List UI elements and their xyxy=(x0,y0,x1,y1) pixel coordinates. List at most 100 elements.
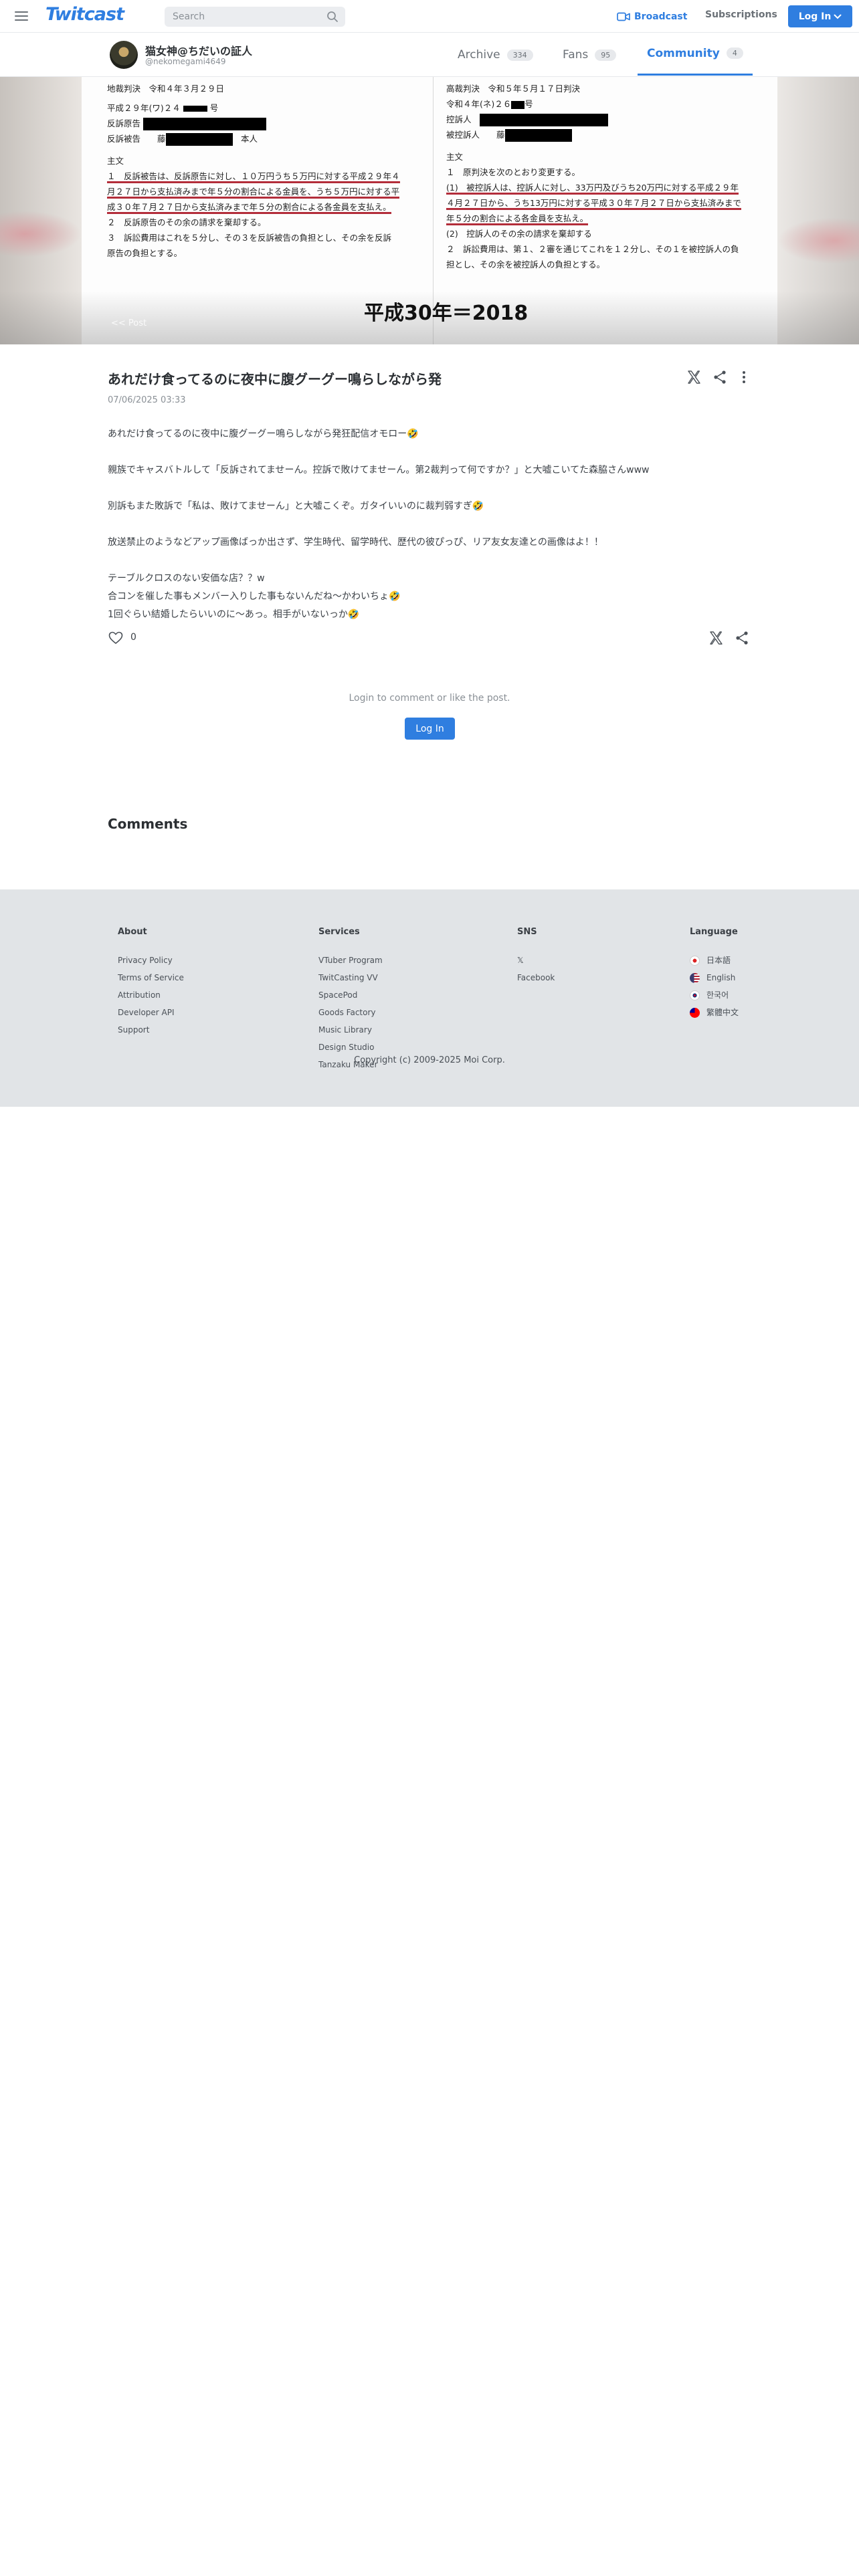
footer-link-facebook[interactable]: Facebook xyxy=(517,969,555,986)
footer-language: Language 日本語 English 한국어 繁體中文 xyxy=(690,927,739,1021)
footer-link-attribution[interactable]: Attribution xyxy=(118,986,184,1004)
japan-flag-icon xyxy=(690,955,700,966)
tab-fans[interactable]: Fans 95 xyxy=(563,33,617,77)
korea-flag-icon xyxy=(690,990,700,1000)
menu-icon[interactable] xyxy=(15,9,31,23)
doc-line: 月２７日から支払済みまで年５分の割合による金員を、うち５万円に対する平 xyxy=(107,184,400,199)
footer-services: Services VTuber Program TwitCasting VV S… xyxy=(318,927,383,1073)
doc-line: 高裁判決 令和５年５月１７日判決 xyxy=(446,84,581,94)
image-overlay-text: << Post xyxy=(111,318,147,328)
language-option-en[interactable]: English xyxy=(690,969,739,986)
footer-link-music-library[interactable]: Music Library xyxy=(318,1021,383,1039)
footer-link-privacy[interactable]: Privacy Policy xyxy=(118,952,184,969)
tab-label: Community xyxy=(647,46,720,60)
like-count: 0 xyxy=(130,632,136,643)
top-header: Twitcast Broadcast Subscriptions Log In xyxy=(0,0,859,33)
profile-bar: 猫女神@ちだいの証人 @nekomegami4649 Archive 334 F… xyxy=(0,33,859,77)
tab-label: Fans xyxy=(563,48,589,62)
doc-line: (2) 控訴人のその余の請求を棄却する xyxy=(446,229,592,239)
doc-line: １ 原判決を次のとおり変更する。 xyxy=(446,167,581,177)
language-option-zh-tw[interactable]: 繁體中文 xyxy=(690,1004,739,1021)
subscriptions-link[interactable]: Subscriptions xyxy=(705,9,777,20)
post-title: あれだけ食ってるのに夜中に腹グーグー鳴らしながら発 xyxy=(108,371,442,387)
doc-line: １ 反訴被告は、反訴原告に対し、１０万円うち５万円に対する平成２９年４ xyxy=(107,169,400,184)
search-icon[interactable] xyxy=(326,11,339,23)
doc-line: 控訴人 xyxy=(446,112,741,127)
tab-count-badge: 334 xyxy=(506,49,533,61)
footer-heading: Language xyxy=(690,927,738,937)
language-option-ko[interactable]: 한국어 xyxy=(690,986,739,1004)
post-image[interactable]: 地裁判決 令和４年３月２９日 平成２９年(ワ)２４ 号 反訴原告 反訴被告 藤 … xyxy=(0,77,859,344)
footer-sns: SNS 𝕏 Facebook xyxy=(517,927,555,986)
footer-heading: Services xyxy=(318,927,360,937)
language-label: 繁體中文 xyxy=(706,1008,739,1017)
more-options-icon[interactable] xyxy=(736,369,752,385)
share-icon[interactable] xyxy=(712,369,728,385)
language-label: English xyxy=(706,973,736,982)
doc-line: 地裁判決 令和４年３月２９日 xyxy=(107,84,225,94)
chevron-down-icon xyxy=(834,14,842,19)
doc-line: (1) 被控訴人は、控訴人に対し、33万円及びうち20万円に対する平成２９年 xyxy=(446,180,741,195)
doc-line: 被控訴人 藤 xyxy=(446,127,741,142)
us-flag-icon xyxy=(690,972,700,983)
footer-link-terms[interactable]: Terms of Service xyxy=(118,969,184,986)
footer-heading: SNS xyxy=(517,927,537,937)
footer-link-vtuber[interactable]: VTuber Program xyxy=(318,952,383,969)
post-paragraph: 放送禁止のようなどアップ画像ばっか出さず、学生時代、留学時代、歴代の彼ぴっぴ、リ… xyxy=(108,537,603,548)
post-paragraph: 親族でキャスバトルして「反訴されてませーん。控訴で敗けてませーん。第2裁判って何… xyxy=(108,465,650,475)
doc-line: 令和４年(ネ)２６ 号 xyxy=(446,99,533,109)
footer-link-twitcasting-vv[interactable]: TwitCasting VV xyxy=(318,969,383,986)
search-input[interactable] xyxy=(173,7,320,27)
footer-link-design-studio[interactable]: Design Studio xyxy=(318,1039,383,1056)
search-box[interactable] xyxy=(165,7,345,27)
doc-line: ２ 反訴原告のその余の請求を棄却する。 xyxy=(107,217,266,227)
high-court-judgment: 高裁判決 令和５年５月１７日判決 令和４年(ネ)２６ 号 控訴人 被控訴人 藤 主… xyxy=(446,81,741,272)
share-icon[interactable] xyxy=(734,630,750,646)
like-heart-icon[interactable] xyxy=(108,630,124,646)
x-share-icon[interactable] xyxy=(708,630,724,646)
footer-link-spacepod[interactable]: SpacePod xyxy=(318,986,383,1004)
taiwan-flag-icon xyxy=(690,1007,700,1018)
comment-login-prompt: Login to comment or like the post. xyxy=(349,693,510,704)
footer: About Privacy Policy Terms of Service At… xyxy=(0,889,859,1107)
language-label: 한국어 xyxy=(706,990,729,1000)
doc-line: 主文 xyxy=(446,152,464,162)
post-body: あれだけ食ってるのに夜中に腹グーグー鳴らしながら発狂配信オモロー🤣 親族でキャス… xyxy=(108,425,750,624)
footer-link-support[interactable]: Support xyxy=(118,1021,184,1039)
avatar[interactable] xyxy=(110,41,138,69)
tab-archive[interactable]: Archive 334 xyxy=(458,33,533,77)
language-option-ja[interactable]: 日本語 xyxy=(690,952,739,969)
tab-count-badge: 95 xyxy=(595,49,617,61)
doc-line: 反訴原告 xyxy=(107,116,400,131)
post-paragraph: テーブルクロスのない安価な店？？w xyxy=(108,573,265,584)
comments-heading: Comments xyxy=(108,816,188,832)
doc-line: ４月２７日から、うち13万円に対する平成３０年７月２７日から支払済みまで xyxy=(446,195,741,211)
copyright: Copyright (c) 2009-2025 Moi Corp. xyxy=(354,1055,505,1065)
tab-label: Archive xyxy=(458,48,500,62)
tab-community[interactable]: Community 4 xyxy=(638,33,753,76)
x-share-icon[interactable] xyxy=(686,369,702,385)
post-paragraph: 1回ぐらい結婚したらいいのに〜あっ。相手がいないっか🤣 xyxy=(108,609,360,620)
district-court-judgment: 地裁判決 令和４年３月２９日 平成２９年(ワ)２４ 号 反訴原告 反訴被告 藤 … xyxy=(107,81,400,261)
tab-count-badge: 4 xyxy=(726,47,743,59)
post-paragraph: 別訴もまた敗訴で「私は、敗けてませーん」と大嘘こくぞ。ガタイいいのに裁判弱すぎ🤣 xyxy=(108,501,484,512)
post-date: 07/06/2025 03:33 xyxy=(108,395,186,405)
footer-link-x[interactable]: 𝕏 xyxy=(517,952,555,969)
login-button[interactable]: Log In xyxy=(788,5,852,27)
footer-heading: About xyxy=(118,927,147,937)
image-caption: 平成30年＝2018 xyxy=(364,302,529,325)
footer-link-goods-factory[interactable]: Goods Factory xyxy=(318,1004,383,1021)
comment-login-button[interactable]: Log In xyxy=(405,718,455,740)
profile-name[interactable]: 猫女神@ちだいの証人 xyxy=(145,42,252,58)
footer-link-developer-api[interactable]: Developer API xyxy=(118,1004,184,1021)
doc-line: 担とし、その余を被控訴人の負担とする。 xyxy=(446,259,605,270)
broadcast-button[interactable]: Broadcast xyxy=(617,9,687,24)
doc-line: 反訴被告 藤 本人 xyxy=(107,131,400,146)
video-camera-icon xyxy=(617,12,630,21)
post-paragraph: 合コンを催した事もメンバー入りした事もないんだね〜かわいちょ🤣 xyxy=(108,591,401,602)
doc-line: ３ 訴訟費用はこれを５分し、その３を反訴被告の負担とし、その余を反訴 xyxy=(107,233,392,243)
doc-line: 年５分の割合による各金員を支払え。 xyxy=(446,211,741,226)
doc-line: ２ 訴訟費用は、第１、２審を通じてこれを１２分し、その１を被控訴人の負 xyxy=(446,244,739,254)
twitcast-logo[interactable]: Twitcast xyxy=(45,4,124,25)
doc-line: 主文 xyxy=(107,156,124,166)
